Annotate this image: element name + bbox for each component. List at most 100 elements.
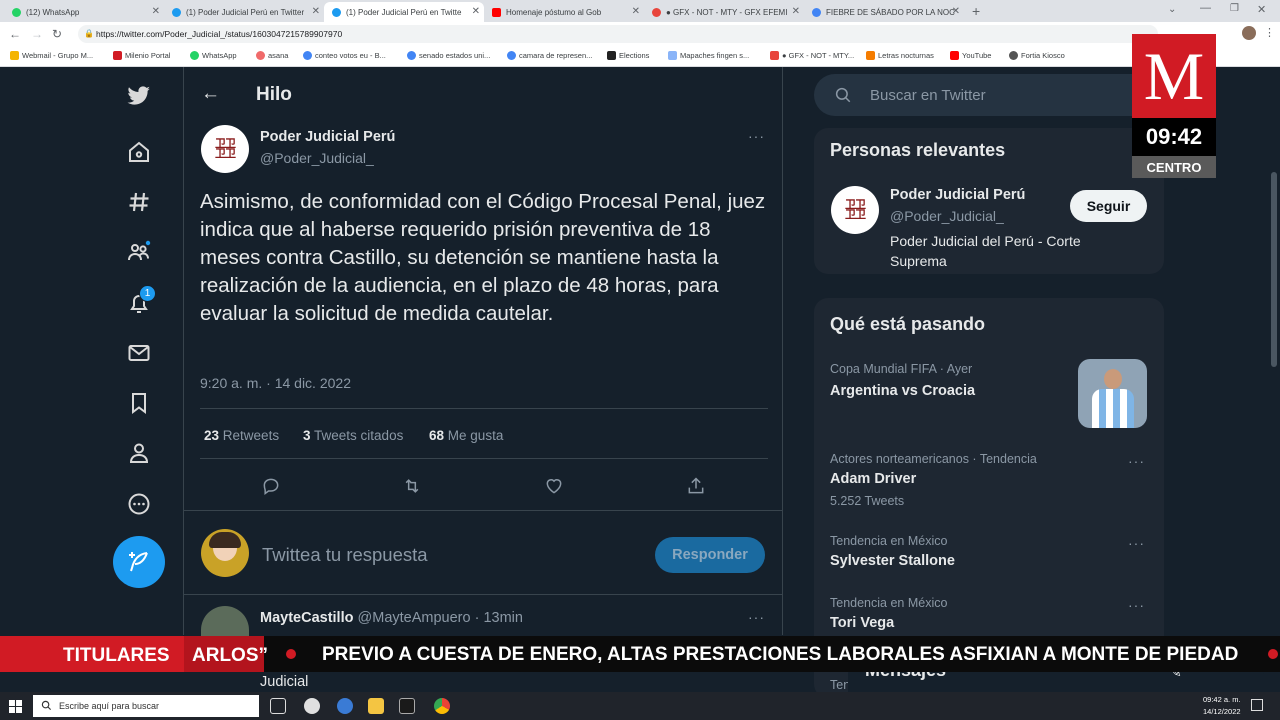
browser-tab-google[interactable]: FIEBRE DE SÁBADO POR LA NOC ✕	[804, 2, 964, 22]
bookmark-item[interactable]: Elections	[607, 51, 649, 60]
window-close-button[interactable]: ✕	[1257, 3, 1266, 16]
app-icon[interactable]	[337, 698, 353, 714]
maximize-button[interactable]: ❐	[1230, 3, 1239, 14]
more-dots-icon[interactable]: ···	[748, 128, 765, 144]
tweet-timestamp[interactable]: 9:20 a. m. · 14 dic. 2022	[200, 375, 351, 391]
reply-button[interactable]: Responder	[655, 537, 765, 573]
bookmark-item[interactable]: Fortia Kiosco	[1009, 51, 1065, 60]
bookmark-item[interactable]: Mapaches fingen s...	[668, 51, 749, 60]
user-avatar[interactable]	[201, 529, 249, 577]
reply-icon[interactable]	[261, 476, 283, 498]
windows-start-icon[interactable]	[9, 700, 22, 713]
scrollbar[interactable]	[1268, 67, 1280, 692]
close-icon[interactable]: ✕	[792, 6, 800, 17]
browser-tab-bar: (12) WhatsApp ✕ (1) Poder Judicial Perú …	[0, 0, 1280, 22]
profile-person-icon[interactable]	[126, 440, 152, 466]
retweets-stat[interactable]: 23 Retweets	[204, 428, 279, 443]
quotes-stat[interactable]: 3 Tweets citados	[303, 428, 403, 443]
communities-icon[interactable]	[126, 239, 152, 265]
taskbar-clock-time[interactable]: 09:42 a. m.	[1203, 695, 1241, 704]
more-options-icon[interactable]	[126, 491, 152, 517]
bookmark-item[interactable]: Letras nocturnas	[866, 51, 934, 60]
explore-hashtag-icon[interactable]	[126, 189, 152, 215]
close-icon[interactable]: ✕	[472, 6, 480, 17]
retweet-icon[interactable]	[402, 476, 424, 498]
trend-name[interactable]: Sylvester Stallone	[830, 553, 955, 569]
forward-arrow-icon[interactable]: →	[31, 27, 43, 41]
more-dots-icon[interactable]: ···	[748, 609, 765, 625]
bookmark-label: asana	[268, 51, 289, 60]
avatar[interactable]: 卫卫 卫卫	[831, 186, 879, 234]
bookmark-label: ● GFX - NOT - MTY...	[782, 51, 855, 60]
back-arrow-icon[interactable]: ←	[201, 83, 220, 105]
trend-context: Tendencia en México	[830, 596, 948, 610]
bookmark-item[interactable]: Milenio Portal	[113, 51, 170, 60]
close-icon[interactable]: ✕	[312, 6, 320, 17]
bookmark-item[interactable]: asana	[256, 51, 288, 60]
bookmark-item[interactable]: WhatsApp	[190, 51, 237, 60]
home-icon[interactable]	[126, 139, 152, 165]
new-tab-button[interactable]: +	[972, 3, 980, 19]
ticker-separator-dot	[1268, 649, 1278, 659]
trend-name[interactable]: Tori Vega	[830, 615, 894, 631]
tweet-author-handle[interactable]: @Poder_Judicial_	[260, 150, 374, 166]
search-input[interactable]: Buscar en Twitter	[814, 74, 1164, 116]
bookmark-item[interactable]: conteo votos eu - B...	[303, 51, 386, 60]
trend-name[interactable]: Adam Driver	[830, 471, 916, 487]
bookmark-item[interactable]: senado estados uni...	[407, 51, 490, 60]
close-icon[interactable]: ✕	[952, 6, 960, 17]
minimize-button[interactable]: —	[1200, 2, 1211, 14]
bookmark-item[interactable]: camara de represen...	[507, 51, 592, 60]
tab-title: FIEBRE DE SÁBADO POR LA NOC	[826, 8, 955, 17]
file-explorer-icon[interactable]	[368, 698, 384, 714]
relevant-person-name[interactable]: Poder Judicial Perú	[890, 187, 1025, 203]
chrome-icon[interactable]	[434, 698, 450, 714]
more-dots-icon[interactable]: ···	[1128, 535, 1145, 551]
bookmark-label: senado estados uni...	[419, 51, 491, 60]
task-view-icon[interactable]	[270, 698, 286, 714]
more-dots-icon[interactable]: ···	[1128, 597, 1145, 613]
tweet-author-name[interactable]: Poder Judicial Perú	[260, 129, 395, 145]
avatar[interactable]: 卫卫 卫卫	[201, 125, 249, 173]
ticker-label: TITULARES	[0, 636, 184, 672]
more-dots-icon[interactable]: ···	[1128, 453, 1145, 469]
twitter-logo-icon[interactable]	[126, 83, 152, 109]
address-bar[interactable]: 🔒 https://twitter.com/Poder_Judicial_/st…	[78, 25, 1158, 43]
close-icon[interactable]: ✕	[632, 6, 640, 17]
back-arrow-icon[interactable]: ←	[9, 27, 21, 41]
notifications-center-icon[interactable]	[1251, 699, 1263, 711]
scrollbar-thumb[interactable]	[1271, 172, 1277, 367]
app-icon[interactable]	[304, 698, 320, 714]
reply-time: · 13min	[474, 610, 523, 626]
tab-search-chevron-icon[interactable]: ⌄	[1168, 4, 1176, 15]
trend-name[interactable]: Argentina vs Croacia	[830, 383, 975, 399]
browser-tab-youtube[interactable]: Homenaje póstumo al Gob ✕	[484, 2, 644, 22]
app-icon[interactable]	[399, 698, 415, 714]
reply-input[interactable]: Twittea tu respuesta	[262, 544, 428, 566]
relevant-people-title: Personas relevantes	[830, 140, 1006, 160]
browser-tab-twitter-active[interactable]: (1) Poder Judicial Perú en Twitte ✕	[324, 2, 484, 22]
browser-tab-whatsapp[interactable]: (12) WhatsApp ✕	[4, 2, 164, 22]
bookmark-item[interactable]: ● GFX - NOT - MTY...	[770, 51, 854, 60]
share-icon[interactable]	[686, 476, 708, 498]
bookmark-item[interactable]: Webmail - Grupo M...	[10, 51, 93, 60]
likes-stat[interactable]: 68 Me gusta	[429, 428, 503, 443]
taskbar-clock-date[interactable]: 14/12/2022	[1203, 707, 1241, 716]
relevant-person-handle[interactable]: @Poder_Judicial_	[890, 208, 1004, 224]
folder-icon	[10, 51, 19, 60]
follow-button[interactable]: Seguir	[1070, 190, 1147, 222]
close-icon[interactable]: ✕	[152, 6, 160, 17]
browser-tab-twitter-1[interactable]: (1) Poder Judicial Perú en Twitter ✕	[164, 2, 324, 22]
bookmark-item[interactable]: YouTube	[950, 51, 991, 60]
browser-tab-gfx[interactable]: ● GFX - NOT - MTY - GFX EFEMI ✕	[644, 2, 804, 22]
trend-thumbnail[interactable]	[1078, 359, 1147, 428]
reload-icon[interactable]: ↻	[52, 27, 62, 41]
messages-envelope-icon[interactable]	[126, 340, 152, 366]
menu-kebab-icon[interactable]: ⋮	[1264, 26, 1275, 39]
taskbar-search-input[interactable]: Escribe aquí para buscar	[33, 695, 259, 717]
reply-author[interactable]: MayteCastillo @MayteAmpuero · 13min	[260, 610, 523, 626]
like-heart-icon[interactable]	[544, 476, 566, 498]
bookmarks-icon[interactable]	[126, 390, 152, 416]
compose-tweet-button[interactable]	[113, 536, 165, 588]
profile-avatar[interactable]	[1242, 26, 1256, 40]
